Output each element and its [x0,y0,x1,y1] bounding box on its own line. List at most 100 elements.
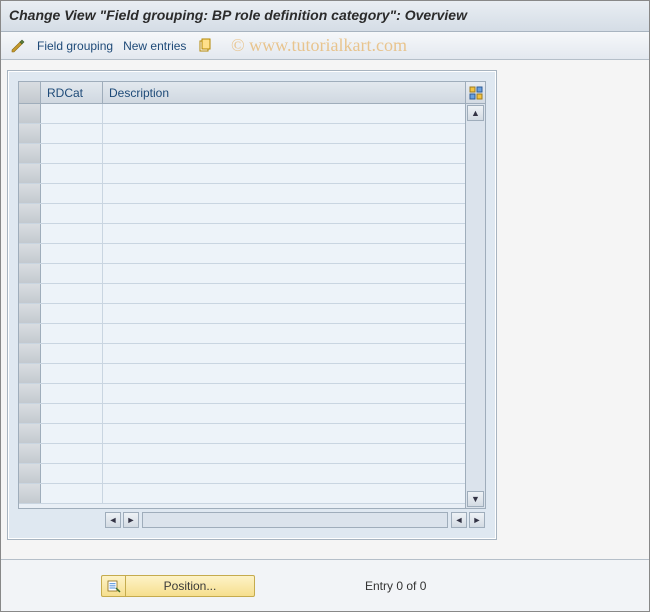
cell-description[interactable] [103,184,465,203]
cell-description[interactable] [103,304,465,323]
row-select-handle[interactable] [19,464,41,483]
cell-rdcat[interactable] [41,124,103,143]
table-row [19,344,465,364]
cell-description[interactable] [103,404,465,423]
table-body [19,104,465,508]
cell-rdcat[interactable] [41,404,103,423]
table-row [19,164,465,184]
entry-count-text: Entry 0 of 0 [365,579,426,593]
table-settings-icon[interactable] [465,82,485,103]
copy-as-icon[interactable] [196,37,214,55]
row-select-handle[interactable] [19,424,41,443]
cell-description[interactable] [103,484,465,503]
cell-rdcat[interactable] [41,284,103,303]
field-grouping-button[interactable]: Field grouping [37,39,113,53]
select-all-handle[interactable] [19,82,41,103]
cell-rdcat[interactable] [41,444,103,463]
row-select-handle[interactable] [19,164,41,183]
scroll-right-end-icon[interactable]: ► [469,512,485,528]
cell-rdcat[interactable] [41,164,103,183]
table-row [19,404,465,424]
table-row [19,444,465,464]
row-select-handle[interactable] [19,364,41,383]
row-select-handle[interactable] [19,284,41,303]
cell-description[interactable] [103,424,465,443]
cell-description[interactable] [103,284,465,303]
column-header-description[interactable]: Description [103,82,465,103]
row-select-handle[interactable] [19,264,41,283]
cell-rdcat[interactable] [41,204,103,223]
row-select-handle[interactable] [19,444,41,463]
new-entries-button[interactable]: New entries [123,39,186,53]
cell-description[interactable] [103,264,465,283]
cell-rdcat[interactable] [41,224,103,243]
row-select-handle[interactable] [19,244,41,263]
vertical-scrollbar[interactable]: ▲ ▼ [465,104,485,508]
cell-rdcat[interactable] [41,344,103,363]
cell-rdcat[interactable] [41,384,103,403]
cell-description[interactable] [103,364,465,383]
cell-description[interactable] [103,224,465,243]
cell-rdcat[interactable] [41,264,103,283]
cell-description[interactable] [103,164,465,183]
cell-description[interactable] [103,144,465,163]
horizontal-scrollbar[interactable]: ◄ ► ◄ ► [18,511,486,529]
cell-description[interactable] [103,344,465,363]
scroll-left-icon[interactable]: ◄ [105,512,121,528]
cell-description[interactable] [103,104,465,123]
row-select-handle[interactable] [19,384,41,403]
position-button[interactable]: Position... [101,575,255,597]
cell-description[interactable] [103,384,465,403]
scroll-left-end-icon[interactable]: ◄ [451,512,467,528]
row-select-handle[interactable] [19,204,41,223]
row-select-handle[interactable] [19,344,41,363]
table-row [19,264,465,284]
cell-description[interactable] [103,244,465,263]
cell-rdcat[interactable] [41,304,103,323]
table-row [19,244,465,264]
cell-rdcat[interactable] [41,184,103,203]
row-select-handle[interactable] [19,144,41,163]
cell-description[interactable] [103,204,465,223]
table-row [19,284,465,304]
cell-rdcat[interactable] [41,424,103,443]
table-row [19,144,465,164]
table-row [19,424,465,444]
table-row [19,104,465,124]
column-header-rdcat[interactable]: RDCat [41,82,103,103]
cell-rdcat[interactable] [41,144,103,163]
scroll-up-icon[interactable]: ▲ [467,105,484,121]
row-select-handle[interactable] [19,224,41,243]
position-icon[interactable] [101,575,125,597]
position-button-label[interactable]: Position... [125,575,255,597]
row-select-handle[interactable] [19,124,41,143]
row-select-handle[interactable] [19,404,41,423]
row-select-handle[interactable] [19,104,41,123]
row-select-handle[interactable] [19,184,41,203]
window-title: Change View "Field grouping: BP role def… [1,1,649,32]
footer-bar: Position... Entry 0 of 0 [1,559,649,611]
table-row [19,324,465,344]
toolbar: Field grouping New entries [1,32,649,60]
toggle-display-change-icon[interactable] [9,37,27,55]
scroll-track-horizontal[interactable] [142,512,448,528]
row-select-handle[interactable] [19,324,41,343]
table-row [19,124,465,144]
cell-rdcat[interactable] [41,244,103,263]
cell-rdcat[interactable] [41,484,103,503]
cell-description[interactable] [103,464,465,483]
table-row [19,224,465,244]
cell-description[interactable] [103,444,465,463]
cell-rdcat[interactable] [41,324,103,343]
scroll-track-vertical[interactable] [466,122,485,490]
cell-rdcat[interactable] [41,104,103,123]
row-select-handle[interactable] [19,484,41,503]
scroll-down-icon[interactable]: ▼ [467,491,484,507]
scroll-right-step-icon[interactable]: ► [123,512,139,528]
table-row [19,204,465,224]
cell-description[interactable] [103,324,465,343]
cell-rdcat[interactable] [41,464,103,483]
cell-description[interactable] [103,124,465,143]
row-select-handle[interactable] [19,304,41,323]
cell-rdcat[interactable] [41,364,103,383]
